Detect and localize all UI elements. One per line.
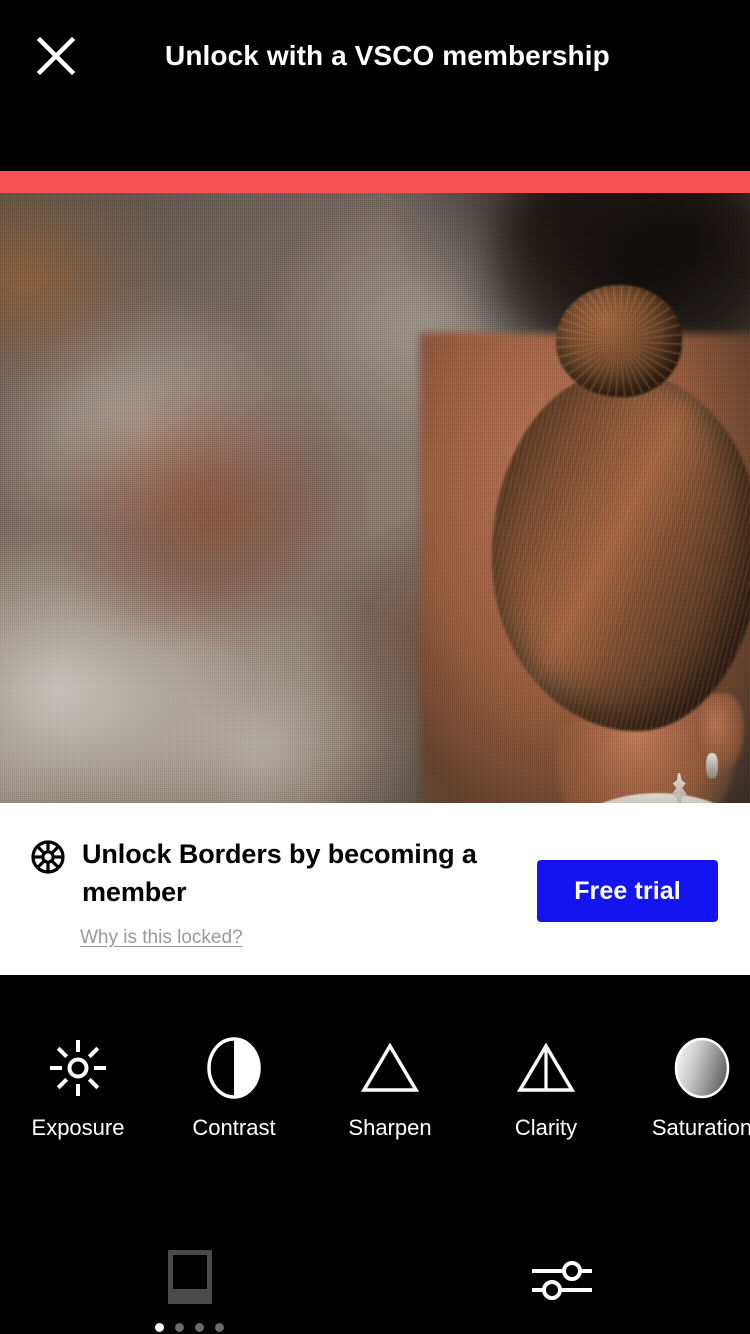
- borders-frame-icon: [160, 1246, 220, 1313]
- tool-label: Saturation: [651, 1115, 750, 1140]
- tool-saturation[interactable]: Saturation: [624, 1037, 750, 1141]
- unlock-card: Unlock Borders by becoming a member Why …: [0, 803, 750, 975]
- page-dot: [155, 1323, 164, 1332]
- nav-item-adjust[interactable]: [528, 1256, 596, 1309]
- borders-wheel-icon: [30, 839, 66, 880]
- brightness-sun-icon: [49, 1037, 107, 1099]
- tool-sharpen[interactable]: Sharpen: [312, 1037, 468, 1141]
- tool-contrast[interactable]: Contrast: [156, 1037, 312, 1141]
- tool-label: Contrast: [192, 1115, 276, 1140]
- sharpen-triangle-icon: [361, 1037, 419, 1099]
- why-is-this-locked-link[interactable]: Why is this locked?: [80, 927, 243, 949]
- free-trial-button[interactable]: Free trial: [537, 860, 718, 922]
- page-dot: [195, 1323, 204, 1332]
- close-icon: [35, 35, 77, 77]
- saturation-gradient-circle-icon: [673, 1037, 731, 1099]
- header-bar: Unlock with a VSCO membership: [0, 0, 750, 171]
- photo-preview[interactable]: [0, 193, 750, 803]
- page-dots: [155, 1323, 224, 1332]
- vsco-editor-paywall-screen: Unlock with a VSCO membership Unlock Bor…: [0, 0, 750, 1334]
- tool-label: Clarity: [514, 1115, 578, 1140]
- tool-label: Exposure: [31, 1115, 125, 1140]
- unlock-title: Unlock Borders by becoming a member: [82, 839, 477, 907]
- page-dot: [175, 1323, 184, 1332]
- clarity-triangle-line-icon: [517, 1037, 575, 1099]
- bottom-nav: [0, 1220, 750, 1334]
- photo-background: [0, 193, 750, 803]
- contrast-half-circle-icon: [206, 1037, 262, 1099]
- accent-bar: [0, 171, 750, 193]
- tool-clarity[interactable]: Clarity: [468, 1037, 624, 1141]
- close-button[interactable]: [30, 30, 82, 82]
- tool-label: Sharpen: [348, 1115, 432, 1140]
- tool-exposure[interactable]: Exposure: [0, 1037, 156, 1141]
- nav-item-borders[interactable]: [155, 1246, 224, 1332]
- page-dot: [215, 1323, 224, 1332]
- header-title: Unlock with a VSCO membership: [165, 40, 610, 71]
- tools-strip: Exposure Contrast Sharpen Clarity Satura…: [0, 975, 750, 1220]
- adjust-sliders-icon: [528, 1261, 596, 1308]
- unlock-card-text-group: Unlock Borders by becoming a member Why …: [30, 835, 510, 949]
